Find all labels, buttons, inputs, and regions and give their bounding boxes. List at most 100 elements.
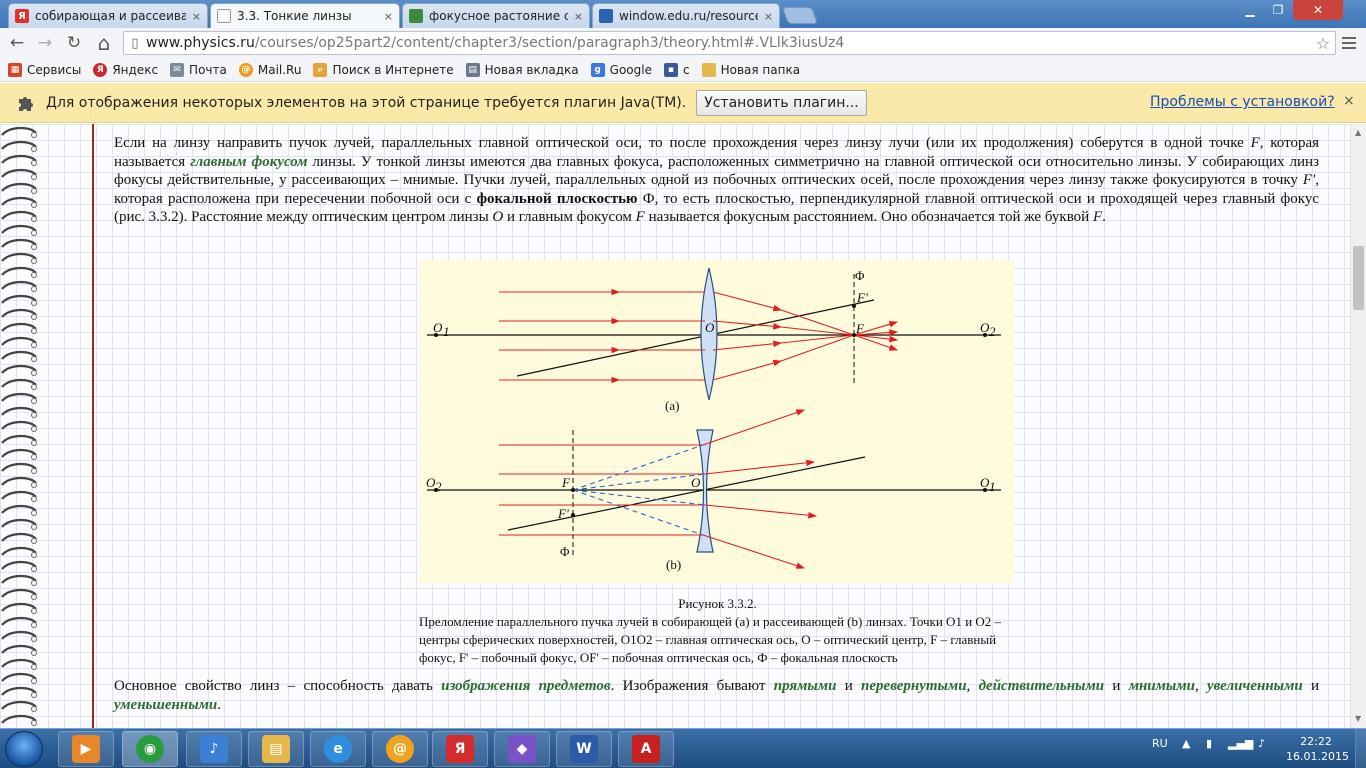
taskbar-mail-agent[interactable]: @	[372, 731, 428, 767]
label-b: (b)	[666, 557, 681, 572]
spiral-hole	[31, 244, 37, 250]
bookmark-services[interactable]: ▦ Сервисы	[8, 62, 81, 77]
signal-icon[interactable]: ▂▄▆	[1228, 737, 1253, 750]
spiral-ring	[1, 420, 37, 430]
spiral-ring	[1, 616, 37, 626]
spiral-hole	[31, 524, 37, 530]
taskbar-explorer[interactable]: ▤	[248, 731, 304, 767]
clock[interactable]: 22:22 16.01.2015	[1286, 734, 1349, 764]
bookmark-google[interactable]: g Google	[590, 62, 652, 77]
taskbar-acrobat[interactable]: A	[618, 731, 674, 767]
show-desktop-button[interactable]	[1355, 729, 1366, 768]
start-button[interactable]	[5, 731, 43, 767]
term-enlarged[interactable]: увеличенными	[1207, 678, 1303, 694]
taskbar-word[interactable]: W	[556, 731, 612, 767]
language-indicator[interactable]: RU	[1152, 737, 1168, 750]
taskbar-media-player[interactable]: ▶	[58, 731, 114, 767]
spiral-hole	[31, 174, 37, 180]
spiral-hole	[31, 440, 37, 446]
spiral-hole	[31, 132, 37, 138]
spiral-ring	[1, 126, 37, 136]
svg-text:2: 2	[435, 479, 442, 494]
spiral-ring	[1, 378, 37, 388]
volume-icon[interactable]: ♪	[1258, 737, 1265, 750]
label-o-a: O	[705, 320, 715, 335]
bookmark-new-tab[interactable]: ▤ Новая вкладка	[465, 62, 579, 77]
spiral-hole	[31, 636, 37, 642]
label-a: (a)	[665, 398, 679, 413]
spiral-hole	[31, 552, 37, 558]
spiral-hole	[31, 496, 37, 502]
scroll-thumb[interactable]	[1353, 246, 1364, 310]
scroll-up-icon[interactable]: ▲	[1355, 128, 1361, 137]
minimize-button[interactable]: ▁	[1237, 0, 1263, 20]
spiral-hole	[31, 608, 37, 614]
taskbar-chrome[interactable]: ◉	[122, 731, 178, 767]
bookmark-mailru[interactable]: @ Mail.Ru	[238, 62, 301, 77]
home-button[interactable]: ⌂	[93, 31, 115, 55]
reload-button[interactable]: ↻	[63, 32, 85, 54]
svg-text:2: 2	[989, 324, 996, 339]
acrobat-icon: A	[632, 735, 660, 763]
term-images[interactable]: изображения предметов	[441, 678, 610, 694]
tab-4[interactable]: window.edu.ru/resource/ ×	[592, 3, 780, 28]
spiral-hole	[31, 160, 37, 166]
spiral-hole	[31, 538, 37, 544]
new-tab-button[interactable]	[781, 7, 819, 24]
term-imaginary[interactable]: мнимыми	[1129, 678, 1195, 694]
term-direct[interactable]: прямыми	[774, 678, 837, 694]
spiral-hole	[31, 510, 37, 516]
spiral-hole	[31, 720, 37, 726]
close-icon[interactable]: ×	[192, 10, 201, 23]
spiral-ring	[1, 518, 37, 528]
spiral-ring	[1, 350, 37, 360]
term-main-focus[interactable]: главным фокусом	[190, 154, 307, 170]
bookmark-c[interactable]: ▪ с	[663, 62, 690, 77]
tab-3[interactable]: фокусное растояние соб ×	[402, 3, 590, 28]
close-window-button[interactable]: ✕	[1293, 0, 1343, 20]
term-reduced[interactable]: уменьшенными	[114, 697, 217, 713]
svg-text:1: 1	[443, 324, 450, 339]
scroll-down-icon[interactable]: ▼	[1355, 714, 1361, 723]
spiral-ring	[1, 322, 37, 332]
close-icon[interactable]: ×	[1343, 93, 1355, 109]
spiral-hole	[31, 580, 37, 586]
yandex-icon: Я	[93, 62, 108, 77]
bookmark-new-folder[interactable]: Новая папка	[701, 62, 800, 77]
taskbar-yandex-browser[interactable]: Я	[432, 731, 488, 767]
install-plugin-button[interactable]: Установить плагин...	[696, 89, 867, 116]
tab-1[interactable]: Я собирающая и рассеива ×	[8, 3, 208, 28]
tab-2[interactable]: 3.3. Тонкие линзы ×	[210, 3, 400, 28]
spiral-hole	[31, 482, 37, 488]
trouble-link[interactable]: Проблемы с установкой?	[1150, 94, 1335, 110]
chrome-icon: ◉	[136, 735, 164, 763]
mail-icon: ✉	[170, 62, 185, 77]
tray-expand-icon[interactable]: ▲	[1182, 737, 1190, 750]
term-inverted[interactable]: перевернутыми	[861, 678, 967, 694]
menu-icon[interactable]	[1340, 34, 1358, 52]
term-real[interactable]: действительными	[979, 678, 1104, 694]
forward-button[interactable]: →	[34, 32, 56, 54]
url-text[interactable]: www.physics.ru/courses/op25part2/content…	[146, 35, 1311, 51]
taskbar-speaker[interactable]: ♪	[186, 731, 242, 767]
page-icon: ▯	[131, 35, 139, 51]
bookmark-search[interactable]: ⌕ Поиск в Интернете	[313, 62, 454, 77]
spiral-ring	[1, 252, 37, 262]
battery-icon[interactable]: ▮	[1206, 737, 1212, 750]
spiral-ring	[1, 308, 37, 318]
restore-button[interactable]: ❐	[1265, 0, 1291, 20]
taskbar-visual-studio[interactable]: ◆	[494, 731, 550, 767]
close-icon[interactable]: ×	[574, 10, 583, 23]
paragraph-focus: Если на линзу направить пучок лучей, пар…	[114, 135, 1320, 225]
address-bar[interactable]: ▯ www.physics.ru/courses/op25part2/conte…	[123, 31, 1336, 55]
close-icon[interactable]: ×	[764, 10, 773, 23]
bookmark-star-icon[interactable]: ☆	[1311, 34, 1335, 53]
bookmark-yandex[interactable]: Я Яндекс	[93, 62, 158, 77]
vertical-scrollbar[interactable]: ▲ ▼	[1350, 124, 1366, 728]
close-icon[interactable]: ×	[384, 10, 393, 23]
taskbar-internet-explorer[interactable]: e	[310, 731, 366, 767]
bookmark-mail[interactable]: ✉ Почта	[170, 62, 227, 77]
margin-line	[92, 124, 94, 728]
back-button[interactable]: ←	[6, 32, 28, 54]
taskbar: ▶ ◉ ♪ ▤ e @ Я ◆ W A RU ▲ ▮ ▂▄▆ ♪ 22:22 1…	[0, 728, 1366, 768]
